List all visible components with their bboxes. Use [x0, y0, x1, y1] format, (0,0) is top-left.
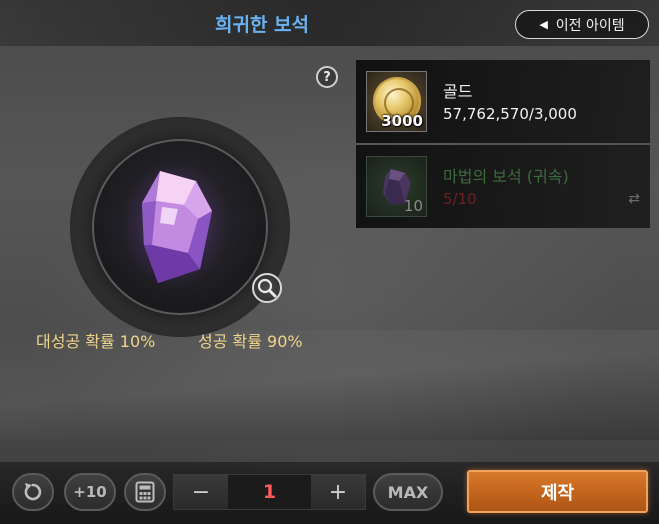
slot-count: 10: [403, 197, 423, 215]
chevron-left-icon: ◀: [539, 18, 548, 31]
material-amount: 57,762,570/3,000: [443, 105, 577, 123]
material-name: 골드: [443, 82, 473, 101]
material-row-magic-gem: 10 마법의 보석 (귀속) 5/10 ⇄: [356, 145, 650, 228]
decrease-button[interactable]: −: [174, 475, 228, 509]
great-success-rate: 대성공 확률 10%: [36, 332, 156, 351]
previous-item-label: 이전 아이템: [555, 17, 625, 34]
previous-item-button[interactable]: ◀ 이전 아이템: [515, 10, 649, 39]
swap-icon[interactable]: ⇄: [628, 191, 640, 207]
reset-button[interactable]: [12, 473, 54, 511]
max-button[interactable]: MAX: [373, 473, 443, 511]
craft-button[interactable]: 제작: [467, 470, 648, 513]
help-icon[interactable]: ?: [316, 66, 338, 88]
slot-count: 3000: [381, 112, 423, 130]
calculator-icon: [135, 481, 155, 503]
success-rate: 성공 확률 90%: [198, 332, 303, 351]
increase-button[interactable]: +: [311, 475, 365, 509]
rare-gem-icon: [142, 171, 212, 283]
material-name: 마법의 보석 (귀속): [443, 167, 569, 186]
zoom-icon[interactable]: [252, 273, 282, 303]
plus-10-button[interactable]: +10: [64, 473, 116, 511]
material-row-gold: 3000 골드 57,762,570/3,000: [356, 60, 650, 143]
magnifier-glyph: [257, 278, 277, 298]
page-title: 희귀한 보석: [214, 14, 309, 36]
material-amount: 5/10: [443, 190, 477, 208]
reset-icon: [24, 483, 42, 501]
material-slot-gold[interactable]: 3000: [366, 71, 427, 132]
quantity-input[interactable]: [228, 475, 311, 509]
calculator-button[interactable]: [124, 473, 166, 511]
material-slot-magic-gem[interactable]: 10: [366, 156, 427, 217]
quantity-stepper: − +: [173, 474, 366, 510]
